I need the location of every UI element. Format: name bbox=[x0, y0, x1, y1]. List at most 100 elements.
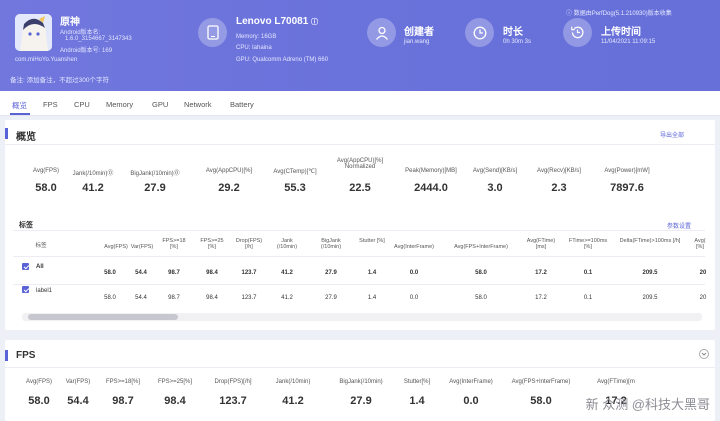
section-marker bbox=[5, 350, 8, 361]
table-header: Avg(InterFrame) bbox=[394, 244, 434, 250]
table-cell: 0.1 bbox=[583, 270, 593, 276]
creator-value: jian.wang bbox=[404, 39, 430, 45]
table-cell: 98.7 bbox=[168, 295, 180, 301]
fps-title: FPS bbox=[16, 350, 36, 361]
fps-value: 1.4 bbox=[409, 395, 425, 407]
table-cell: 123.7 bbox=[241, 270, 257, 276]
table-header: Avg( [%] bbox=[694, 238, 706, 250]
scrollbar-thumb[interactable] bbox=[28, 314, 178, 320]
table-cell: 123.7 bbox=[241, 295, 257, 301]
tab-overview[interactable]: 概览 bbox=[12, 100, 27, 111]
metric-value: 27.9 bbox=[144, 182, 166, 194]
table-header: Var(FPS) bbox=[130, 244, 154, 250]
table-cell: 27.9 bbox=[325, 295, 337, 301]
fps-label: Avg(FTime)[m bbox=[597, 379, 635, 385]
table-cell: 41.2 bbox=[281, 270, 293, 276]
user-icon bbox=[367, 18, 396, 47]
table-cell: 1.4 bbox=[367, 295, 377, 301]
metric-label: Avg(Power)[mW] bbox=[604, 168, 650, 174]
metric-label: BigJank(/10min)⓪ bbox=[130, 171, 180, 177]
divider bbox=[5, 144, 715, 145]
tab-memory[interactable]: Memory bbox=[106, 100, 133, 109]
fps-value: 0.0 bbox=[463, 395, 479, 407]
table-cell: 17.2 bbox=[535, 270, 547, 276]
upload-value: 11/04/2021 11:09:15 bbox=[601, 39, 656, 45]
tab-network[interactable]: Network bbox=[184, 100, 212, 109]
device-name: Lenovo L70081 ⓘ bbox=[236, 16, 319, 27]
metric-value: 2.3 bbox=[551, 182, 567, 194]
table-header: FPS>=25 [%] bbox=[200, 238, 224, 250]
table-cell: 54.4 bbox=[135, 270, 147, 276]
app-package: com.miHoYo.Yuanshen bbox=[15, 57, 78, 63]
export-all-link[interactable]: 导出全部 bbox=[660, 130, 684, 139]
fps-label: Jank(/10min) bbox=[275, 379, 311, 385]
report-header: 原神 Android版本名: 1.6.0_3154667_3147343 And… bbox=[0, 0, 720, 91]
table-cell: 0.0 bbox=[409, 270, 419, 276]
table-cell: 58.0 bbox=[104, 295, 116, 301]
row-checkbox[interactable] bbox=[22, 263, 29, 270]
fps-label: Avg(InterFrame) bbox=[449, 379, 493, 385]
watermark: 新 众测 @科技大黑哥 bbox=[585, 397, 710, 412]
history-icon bbox=[563, 18, 592, 47]
app-name: 原神 bbox=[60, 17, 80, 28]
fps-value: 41.2 bbox=[282, 395, 304, 407]
horizontal-scrollbar[interactable] bbox=[22, 313, 702, 321]
table-header: Avg(FPS+InterFrame) bbox=[454, 244, 508, 250]
fps-value: 123.7 bbox=[219, 395, 247, 407]
table-cell: 0.1 bbox=[583, 295, 593, 301]
tab-cpu[interactable]: CPU bbox=[74, 100, 90, 109]
duration-value: 0h 30m 3s bbox=[503, 39, 532, 45]
remark-field[interactable]: 备注: 添加备注，不超过300个字符 bbox=[10, 74, 109, 84]
metric-value: 3.0 bbox=[487, 182, 503, 194]
fps-label: FPS>=18[%] bbox=[105, 379, 141, 385]
table-cell: 209.5 bbox=[642, 270, 658, 276]
tab-gpu[interactable]: GPU bbox=[152, 100, 168, 109]
table-cell: 58.0 bbox=[475, 295, 487, 301]
settings-link[interactable]: 参数设置 bbox=[667, 221, 691, 230]
table-header: FPS>=18 [%] bbox=[162, 238, 186, 250]
fps-label: Var(FPS) bbox=[65, 379, 91, 385]
device-memory: Memory: 16GB bbox=[236, 34, 277, 40]
divider bbox=[13, 284, 705, 285]
chevron-down-icon[interactable] bbox=[699, 349, 709, 359]
info-icon[interactable]: ⓘ bbox=[311, 19, 318, 26]
metric-label: Avg(FPS) bbox=[33, 168, 59, 174]
metric-label: Avg(Send)[KB/s] bbox=[472, 168, 518, 174]
fps-label: Avg(FPS) bbox=[26, 379, 52, 385]
duration-title: 时长 bbox=[503, 27, 523, 38]
table-header: Jank (/10min) bbox=[276, 238, 298, 250]
divider bbox=[13, 230, 705, 231]
clock-icon bbox=[465, 18, 494, 47]
table-header: 标签 bbox=[35, 243, 47, 249]
table-header: FTime>=100ms [%] bbox=[568, 238, 608, 250]
row-label: label1 bbox=[36, 288, 53, 294]
fps-label: FPS>=25[%] bbox=[157, 379, 193, 385]
section-marker bbox=[5, 128, 8, 139]
table-cell: 98.7 bbox=[168, 270, 180, 276]
upload-title: 上传时间 bbox=[601, 27, 641, 38]
tab-fps[interactable]: FPS bbox=[43, 100, 58, 109]
metric-value: 29.2 bbox=[218, 182, 240, 194]
metric-label: Avg(AppCPU)[%] Normalized bbox=[336, 158, 384, 170]
fps-value: 27.9 bbox=[350, 395, 372, 407]
metric-label: Avg(CTemp)[℃] bbox=[273, 169, 317, 175]
tab-battery[interactable]: Battery bbox=[230, 100, 254, 109]
table-header: Stutter [%] bbox=[359, 238, 385, 244]
table-cell: 98.4 bbox=[206, 270, 218, 276]
metric-value: 2444.0 bbox=[414, 182, 448, 194]
app-version-code: Android版本号: 169 bbox=[60, 48, 113, 54]
phone-icon bbox=[198, 18, 227, 47]
fps-label: BigJank(/10min) bbox=[339, 379, 383, 385]
info-icon[interactable]: ⓘ bbox=[566, 11, 572, 17]
table-header: Drop(FPS) [/h] bbox=[235, 238, 263, 250]
labels-title: 标签 bbox=[19, 222, 33, 229]
overview-panel: 概览 导出全部 Avg(FPS) 58.0 Jank(/10min)⓪ 41.2… bbox=[5, 120, 715, 330]
metric-value: 41.2 bbox=[82, 182, 104, 194]
divider bbox=[13, 256, 705, 257]
table-header: Avg(FPS) bbox=[104, 244, 128, 250]
row-checkbox[interactable] bbox=[22, 286, 29, 293]
table-cell: 20 bbox=[699, 295, 707, 301]
metric-label: Avg(AppCPU)[%] bbox=[205, 168, 253, 174]
table-cell: 20 bbox=[699, 270, 707, 276]
divider bbox=[5, 367, 715, 368]
